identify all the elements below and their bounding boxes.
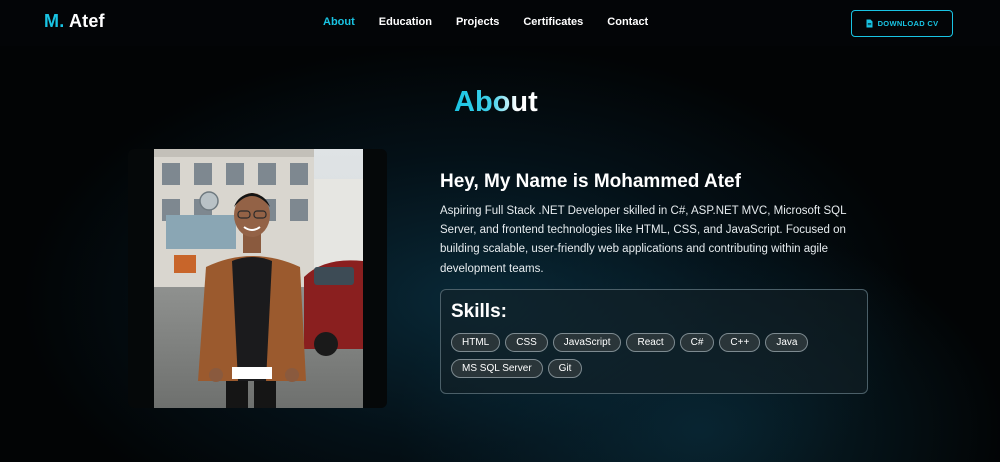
skill-chip-javascript: JavaScript (552, 333, 622, 352)
skills-list: HTML CSS JavaScript React C# C++ Java MS… (451, 333, 861, 378)
nav-link-contact[interactable]: Contact (607, 16, 648, 28)
bio-text: Aspiring Full Stack .NET Developer skill… (440, 205, 847, 275)
skill-chip-csharp: C# (679, 333, 715, 352)
nav-link-projects[interactable]: Projects (456, 16, 499, 28)
file-icon (866, 19, 873, 28)
skill-chip-git: Git (547, 359, 583, 378)
skill-chip-ms-sql-server: MS SQL Server (451, 359, 543, 378)
skill-chip-react: React (626, 333, 675, 352)
skill-chip-css: CSS (505, 333, 548, 352)
profile-photo-frame (128, 149, 387, 408)
download-cv-label: DOWNLOAD CV (877, 19, 939, 28)
brand-name: Atef (68, 11, 105, 31)
brand-initial: M. (44, 11, 65, 31)
intro-heading: Hey, My Name is Mohammed Atef (440, 171, 741, 192)
brand-logo[interactable]: M. Atef (44, 11, 105, 32)
section-title: About (454, 86, 538, 118)
profile-photo (154, 149, 363, 408)
skill-chip-cpp: C++ (719, 333, 761, 352)
skill-chip-html: HTML (451, 333, 501, 352)
nav-link-education[interactable]: Education (379, 16, 432, 28)
nav-link-certificates[interactable]: Certificates (523, 16, 583, 28)
skills-card: Skills: HTML CSS JavaScript React C# C++… (440, 289, 868, 394)
download-cv-button[interactable]: DOWNLOAD CV (851, 10, 953, 37)
nav-link-about[interactable]: About (323, 16, 355, 28)
skills-title: Skills: (451, 301, 507, 322)
skill-chip-java: Java (765, 333, 809, 352)
navbar: M. Atef About Education Projects Certifi… (0, 0, 1000, 46)
nav-links: About Education Projects Certificates Co… (323, 16, 648, 28)
